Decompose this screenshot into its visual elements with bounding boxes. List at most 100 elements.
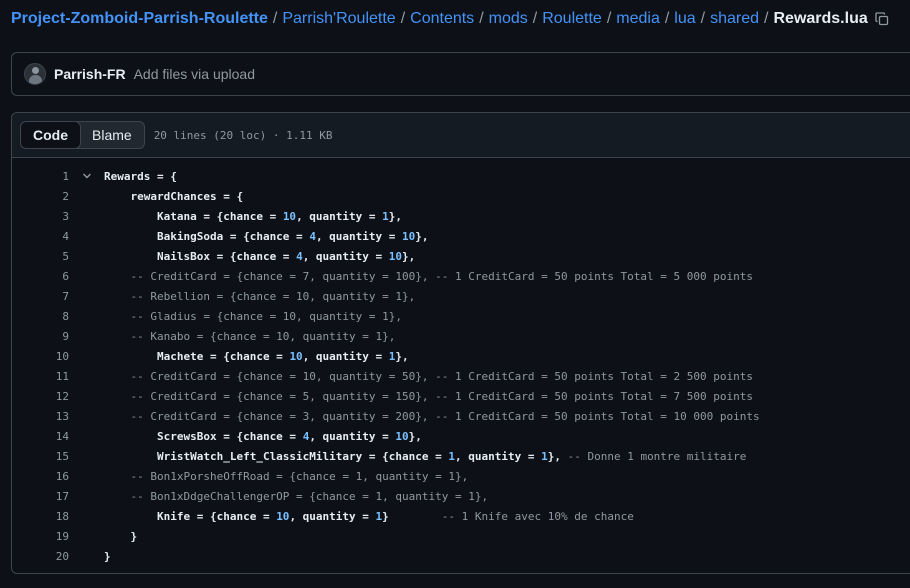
code-number: 1 (448, 449, 455, 463)
breadcrumb-separator: / (400, 10, 406, 27)
breadcrumb-link-contents[interactable]: Contents (410, 10, 474, 28)
code-text: -- Gladius = {chance = 10, quantity = 1}… (104, 310, 402, 323)
code-number: 10 (289, 349, 303, 363)
code-text: -- CreditCard = {chance = 3, quantity = … (104, 410, 759, 423)
code-text: Rewards = { (104, 170, 177, 183)
code-line: 14 ScrewsBox = {chance = 4, quantity = 1… (12, 426, 910, 446)
line-number[interactable]: 11 (12, 370, 69, 383)
avatar[interactable] (24, 63, 46, 85)
breadcrumb-separator: / (606, 10, 612, 27)
line-number[interactable]: 20 (12, 550, 69, 563)
line-number[interactable]: 4 (12, 230, 69, 243)
breadcrumb-separator: / (479, 10, 484, 27)
code-number: 4 (309, 229, 316, 243)
code-line: 2 rewardChances = { (12, 186, 910, 206)
line-number[interactable]: 19 (12, 530, 69, 543)
code-line: 19 } (12, 526, 910, 546)
line-number[interactable]: 15 (12, 450, 69, 463)
file-viewer: Code Blame 20 lines (20 loc) · 1.11 KB 1… (11, 112, 910, 574)
line-number[interactable]: 14 (12, 430, 69, 443)
line-number[interactable]: 2 (12, 190, 69, 203)
code-comment: -- Gladius = {chance = 10, quantity = 1}… (104, 309, 403, 323)
code-token: Machete = {chance = (104, 349, 290, 363)
code-token: Katana = {chance = (104, 209, 283, 223)
line-number[interactable]: 16 (12, 470, 69, 483)
line-number[interactable]: 3 (12, 210, 69, 223)
code-text: ScrewsBox = {chance = 4, quantity = 10}, (104, 430, 422, 443)
code-text: Machete = {chance = 10, quantity = 1}, (104, 350, 409, 363)
line-number[interactable]: 1 (12, 170, 69, 183)
file-meta-info: 20 lines (20 loc) · 1.11 KB (153, 128, 333, 142)
code-number: 10 (402, 229, 416, 243)
code-comment: -- Rebellion = {chance = 10, quantity = … (104, 289, 416, 303)
code-text: -- CreditCard = {chance = 5, quantity = … (104, 390, 753, 403)
code-comment: -- Bon1xDdgeChallengerOP = {chance = 1, … (104, 489, 489, 503)
code-number: 10 (395, 429, 409, 443)
tab-code[interactable]: Code (20, 122, 81, 148)
code-number: 1 (382, 209, 389, 223)
breadcrumb-link-parrish-roulette[interactable]: Parrish'Roulette (282, 10, 395, 28)
code-token: NailsBox = {chance = (104, 249, 297, 263)
line-number[interactable]: 5 (12, 250, 69, 263)
code-token: } (104, 549, 111, 563)
code-line: 8 -- Gladius = {chance = 10, quantity = … (12, 306, 910, 326)
code-token: WristWatch_Left_ClassicMilitary = {chanc… (104, 449, 449, 463)
breadcrumb-separator: / (700, 10, 706, 27)
breadcrumb-link-lua[interactable]: lua (674, 10, 695, 28)
code-line: 20} (12, 546, 910, 566)
copy-icon[interactable] (874, 11, 890, 27)
code-token: , quantity = (309, 429, 396, 443)
line-number[interactable]: 12 (12, 390, 69, 403)
code-number: 10 (276, 509, 290, 523)
code-line: 10 Machete = {chance = 10, quantity = 1}… (12, 346, 910, 366)
code-token: }, (415, 229, 429, 243)
breadcrumb-current-file: Rewards.lua (773, 10, 868, 27)
line-number[interactable]: 18 (12, 510, 69, 523)
breadcrumb: Project-Zomboid-Parrish-Roulette / Parri… (11, 8, 890, 30)
breadcrumb-link-roulette[interactable]: Roulette (542, 10, 602, 28)
code-text: NailsBox = {chance = 4, quantity = 10}, (104, 250, 415, 263)
line-number[interactable]: 8 (12, 310, 69, 323)
code-token: , quantity = (302, 249, 389, 263)
tab-blame[interactable]: Blame (80, 122, 144, 148)
code-line: 4 BakingSoda = {chance = 4, quantity = 1… (12, 226, 910, 246)
commit-author-link[interactable]: Parrish-FR (54, 66, 126, 82)
code-line: 15 WristWatch_Left_ClassicMilitary = {ch… (12, 446, 910, 466)
code-token: BakingSoda = {chance = (104, 229, 310, 243)
code-token: } (382, 509, 442, 523)
code-line: 12 -- CreditCard = {chance = 5, quantity… (12, 386, 910, 406)
code-text: -- Bon1xDdgeChallengerOP = {chance = 1, … (104, 490, 488, 503)
code-comment: -- CreditCard = {chance = 7, quantity = … (104, 269, 754, 283)
code-view[interactable]: 1 Rewards = { 2 rewardChances = { 3 Katana … (12, 166, 910, 566)
code-token: , quantity = (315, 229, 403, 243)
latest-commit-bar: Parrish-FR Add files via upload (11, 52, 910, 96)
code-token: ScrewsBox = {chance = (104, 429, 303, 443)
code-text: WristWatch_Left_ClassicMilitary = {chanc… (104, 450, 746, 463)
chevron-down-icon[interactable] (69, 171, 104, 181)
code-line: 9 -- Kanabo = {chance = 10, quantity = 1… (12, 326, 910, 346)
code-text: -- Bon1xPorsheOffRoad = {chance = 1, qua… (104, 470, 468, 483)
code-line: 16 -- Bon1xPorsheOffRoad = {chance = 1, … (12, 466, 910, 486)
code-number: 1 (541, 449, 548, 463)
breadcrumb-repo-link[interactable]: Project-Zomboid-Parrish-Roulette (11, 10, 268, 28)
breadcrumb-link-shared[interactable]: shared (710, 10, 759, 28)
line-number[interactable]: 6 (12, 270, 69, 283)
code-comment: -- Kanabo = {chance = 10, quantity = 1}, (104, 329, 396, 343)
code-text: -- Kanabo = {chance = 10, quantity = 1}, (104, 330, 395, 343)
code-token: }, (408, 429, 422, 443)
code-token: } (104, 529, 138, 543)
line-number[interactable]: 13 (12, 410, 69, 423)
line-number[interactable]: 10 (12, 350, 69, 363)
code-text: Knife = {chance = 10, quantity = 1} -- 1… (104, 510, 634, 523)
line-number[interactable]: 17 (12, 490, 69, 503)
line-number[interactable]: 9 (12, 330, 69, 343)
commit-message-link[interactable]: Add files via upload (134, 66, 255, 82)
breadcrumb-link-media[interactable]: media (616, 10, 660, 28)
code-number: 10 (388, 249, 403, 263)
code-comment: -- CreditCard = {chance = 10, quantity =… (104, 369, 754, 383)
code-line: 1 Rewards = { (12, 166, 910, 186)
code-line: 17 -- Bon1xDdgeChallengerOP = {chance = … (12, 486, 910, 506)
code-number: 4 (296, 249, 303, 263)
breadcrumb-link-mods[interactable]: mods (489, 10, 528, 28)
line-number[interactable]: 7 (12, 290, 69, 303)
